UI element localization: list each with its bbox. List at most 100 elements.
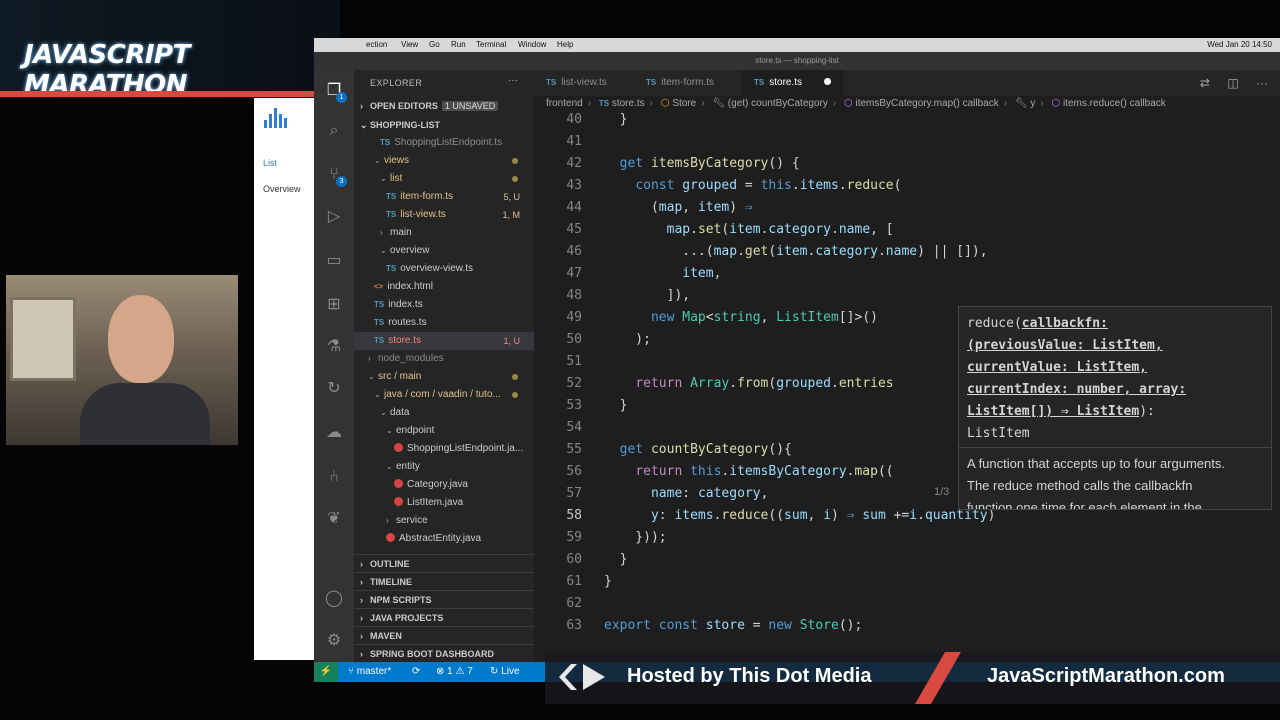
- spring-boot-icon[interactable]: ❦: [324, 508, 344, 528]
- section-outline[interactable]: › OUTLINE: [354, 554, 534, 572]
- line-number: 57: [566, 486, 582, 501]
- menu-item-window[interactable]: Window: [518, 40, 546, 49]
- stream-lower-third: Hosted by This Dot Media JavaScriptMarat…: [545, 652, 1280, 704]
- section-timeline[interactable]: › TIMELINE: [354, 572, 534, 590]
- tree-folder-endpoint[interactable]: ⌄ endpoint: [354, 422, 534, 440]
- breadcrumb-item[interactable]: frontend: [546, 98, 583, 109]
- sidebar-more-icon[interactable]: ···: [508, 75, 518, 86]
- open-changes-icon[interactable]: ⇄: [1200, 76, 1210, 90]
- breadcrumb-item[interactable]: Store: [672, 98, 696, 109]
- tab-list-view-ts[interactable]: TS list-view.ts: [534, 70, 619, 96]
- code-line: }: [604, 112, 628, 127]
- explorer-icon[interactable]: ❐ 1: [324, 80, 347, 103]
- line-number: 46: [566, 244, 582, 259]
- docker-icon[interactable]: ☁: [324, 422, 344, 442]
- activity-bar: ❐ 1 ⌕ ⑂ 3 ▷ ▭ ⊞ ⚗ ↻ ☁ ⑃ ❦ ◯ ⚙: [314, 70, 354, 662]
- tree-folder-node-modules[interactable]: › node_modules: [354, 350, 534, 368]
- code-line: }: [604, 574, 612, 589]
- line-number: 41: [566, 134, 582, 149]
- search-icon[interactable]: ⌕: [324, 120, 344, 140]
- run-debug-icon[interactable]: ▷: [324, 206, 344, 226]
- section-npm-scripts[interactable]: › NPM SCRIPTS: [354, 590, 534, 608]
- testing-icon[interactable]: ⚗: [324, 336, 344, 356]
- web-nav-overview[interactable]: Overview: [263, 184, 301, 194]
- code-line: }: [604, 398, 628, 413]
- menu-item-selection[interactable]: ection: [366, 40, 387, 49]
- section-maven[interactable]: › MAVEN: [354, 626, 534, 644]
- signature-line: currentIndex: number, array:: [967, 382, 1187, 397]
- tree-folder-src-main[interactable]: ⌄ src / main: [354, 368, 534, 386]
- section-project[interactable]: ⌄ SHOPPING-LIST: [354, 116, 534, 134]
- tab-store-ts[interactable]: TS store.ts: [742, 70, 844, 96]
- breadcrumb-item[interactable]: items.reduce() callback: [1063, 98, 1166, 109]
- settings-gear-icon[interactable]: ⚙: [324, 630, 344, 650]
- tree-item-routes-ts[interactable]: TS routes.ts: [354, 314, 534, 332]
- tree-item-category-java[interactable]: Category.java: [354, 476, 534, 494]
- line-number: 40: [566, 112, 582, 127]
- code-line: return Array.from(grouped.entries: [635, 376, 894, 391]
- tree-item-listitem-java[interactable]: ListItem.java: [354, 494, 534, 512]
- editor-tabs: TS list-view.ts TS item-form.ts TS store.ts…: [534, 70, 1280, 96]
- section-spring-boot-dashboard[interactable]: › SPRING BOOT DASHBOARD: [354, 644, 534, 662]
- tree-folder-views[interactable]: ⌄ views: [354, 152, 534, 170]
- tree-folder-overview[interactable]: ⌄ overview: [354, 242, 534, 260]
- breadcrumb-item[interactable]: store.ts: [612, 98, 645, 109]
- tree-item-list-view-ts[interactable]: TS list-view.ts 1, M: [354, 206, 534, 224]
- tree-item-overview-view-ts[interactable]: TS overview-view.ts: [354, 260, 534, 278]
- tree-item-index-html[interactable]: <> index.html: [354, 278, 534, 296]
- tab-item-form-ts[interactable]: TS item-form.ts: [634, 70, 726, 96]
- code-line: return this.itemsByCategory.map((: [635, 464, 894, 479]
- menu-item-go[interactable]: Go: [429, 40, 440, 49]
- extensions-icon[interactable]: ⊞: [324, 294, 344, 314]
- branch-indicator[interactable]: ⑂ master*: [348, 662, 391, 682]
- breadcrumb-item[interactable]: y: [1030, 98, 1035, 109]
- tree-folder-service[interactable]: › service: [354, 512, 534, 530]
- tree-folder-list[interactable]: ⌄ list: [354, 170, 534, 188]
- menu-item-terminal[interactable]: Terminal: [476, 40, 506, 49]
- unsaved-dot-icon[interactable]: [824, 78, 832, 85]
- tree-item-store-ts[interactable]: TS store.ts 1, U: [354, 332, 534, 350]
- menu-item-help[interactable]: Help: [557, 40, 573, 49]
- git-graph-icon[interactable]: ⑃: [324, 466, 344, 486]
- tree-folder-main[interactable]: › main: [354, 224, 534, 242]
- section-open-editors[interactable]: › OPEN EDITORS 1 UNSAVED: [354, 97, 534, 115]
- tree-item-shoppinglistendpoint-java[interactable]: ShoppingListEndpoint.ja...: [354, 440, 534, 458]
- source-control-icon[interactable]: ⑂ 3: [324, 164, 347, 187]
- line-number: 55: [566, 442, 582, 457]
- line-number: 42: [566, 156, 582, 171]
- webcam-person-body: [80, 383, 210, 445]
- sync-icon[interactable]: ⟳: [412, 662, 420, 682]
- live-share-button[interactable]: ↻ Live: [490, 662, 520, 682]
- problems-indicator[interactable]: ⊗ 1 ⚠ 7: [436, 662, 473, 682]
- vaadin-logo: [264, 108, 304, 134]
- breadcrumb-item[interactable]: itemsByCategory.map() callback: [856, 98, 999, 109]
- line-number: 50: [566, 332, 582, 347]
- web-app-preview: List Overview: [254, 98, 314, 660]
- split-editor-icon[interactable]: ◫: [1227, 76, 1238, 90]
- tree-item-abstractentity-java[interactable]: AbstractEntity.java: [354, 530, 534, 548]
- account-icon[interactable]: ◯: [324, 588, 344, 608]
- tree-item-item-form-ts[interactable]: TS item-form.ts 5, U: [354, 188, 534, 206]
- parameter-hint-popup[interactable]: reduce(callbackfn: (previousValue: ListI…: [958, 306, 1272, 510]
- code-line: item,: [682, 266, 722, 281]
- menu-item-view[interactable]: View: [401, 40, 418, 49]
- divider: [959, 447, 1271, 448]
- tree-item-shoppinglistendpoint-ts[interactable]: TS ShoppingListEndpoint.ts: [354, 134, 534, 152]
- remote-explorer-icon[interactable]: ▭: [324, 250, 344, 270]
- code-line: get itemsByCategory() {: [619, 156, 800, 171]
- overload-counter[interactable]: 1/3: [934, 486, 949, 498]
- unsaved-badge: 1 UNSAVED: [441, 101, 499, 111]
- live-share-icon[interactable]: ↻: [324, 378, 344, 398]
- tree-folder-java-com-vaadin[interactable]: ⌄ java / com / vaadin / tuto...: [354, 386, 534, 404]
- code-line: }));: [604, 530, 667, 545]
- section-java-projects[interactable]: › JAVA PROJECTS: [354, 608, 534, 626]
- tree-item-index-ts[interactable]: TS index.ts: [354, 296, 534, 314]
- remote-indicator-icon[interactable]: ⚡: [314, 662, 338, 682]
- tree-folder-data[interactable]: ⌄ data: [354, 404, 534, 422]
- web-nav-list[interactable]: List: [263, 158, 277, 168]
- tree-folder-entity[interactable]: ⌄ entity: [354, 458, 534, 476]
- menu-item-run[interactable]: Run: [451, 40, 466, 49]
- line-number: 49: [566, 310, 582, 325]
- breadcrumb-item[interactable]: (get) countByCategory: [728, 98, 828, 109]
- more-actions-icon[interactable]: ···: [1256, 76, 1268, 90]
